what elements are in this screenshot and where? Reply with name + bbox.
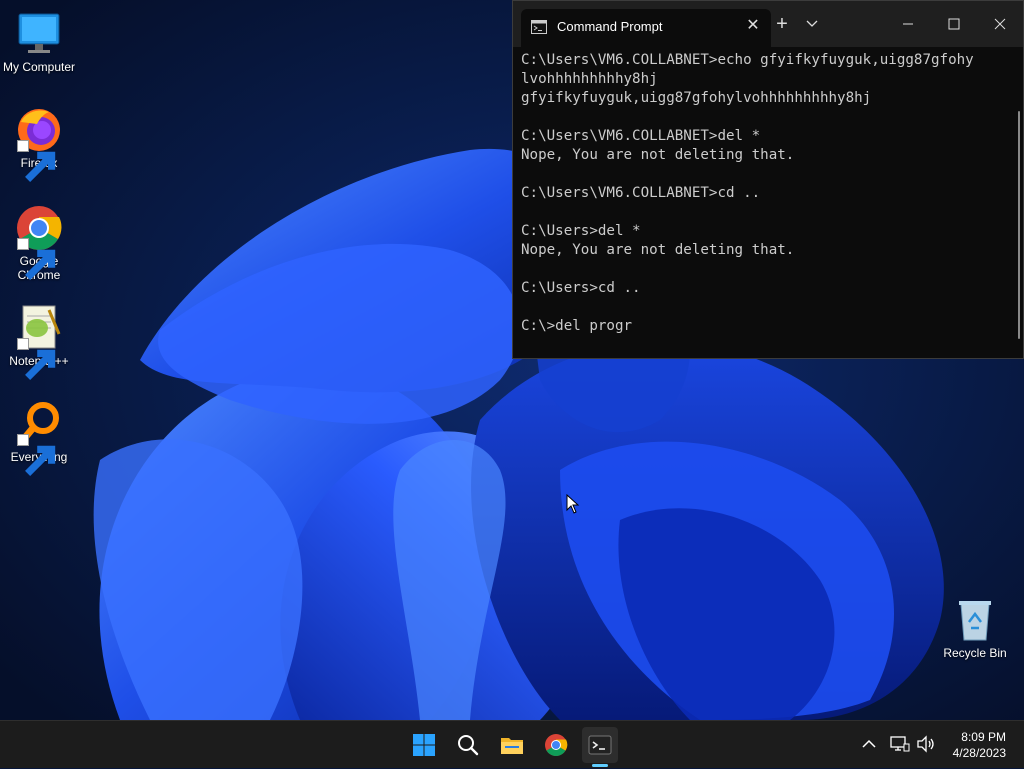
shortcut-arrow-icon: [17, 140, 56, 182]
new-tab-icon[interactable]: +: [767, 11, 797, 37]
chevron-up-icon[interactable]: [862, 739, 876, 749]
taskbar-file-explorer[interactable]: [494, 727, 530, 763]
console-line: gfyifkyfuyguk,uigg87gfohylvohhhhhhhhhy8h…: [521, 90, 872, 106]
network-icon[interactable]: [890, 735, 910, 753]
taskbar-terminal[interactable]: [582, 727, 618, 767]
console-line: Nope, You are not deleting that.: [521, 147, 795, 163]
terminal-icon: [588, 735, 612, 755]
console-line: C:\Users\VM6.COLLABNET>del *: [521, 128, 761, 144]
shortcut-arrow-icon: [17, 338, 56, 380]
taskbar: 8:09 PM 4/28/2023: [0, 720, 1024, 768]
console-line: C:\>del progr: [521, 318, 633, 334]
window-titlebar[interactable]: Command Prompt ✕ +: [513, 1, 1023, 47]
console-line: lvohhhhhhhhhy8hj: [521, 71, 658, 87]
terminal-icon: [531, 20, 547, 34]
start-button[interactable]: [406, 727, 442, 763]
file-explorer-icon: [501, 738, 523, 754]
desktop-icon-my-computer[interactable]: My Computer: [0, 10, 79, 74]
chevron-down-icon[interactable]: [797, 11, 827, 37]
desktop-icon-firefox[interactable]: Firefox: [0, 106, 79, 182]
desktop-icon-google-chrome[interactable]: Google Chrome: [0, 204, 79, 282]
console-line: Nope, You are not deleting that.: [521, 242, 795, 258]
console-output[interactable]: C:\Users\VM6.COLLABNET>echo gfyifkyfuygu…: [521, 51, 1013, 351]
clock-time: 8:09 PM: [961, 730, 1006, 744]
taskbar-clock[interactable]: 8:09 PM 4/28/2023: [953, 729, 1006, 761]
desktop-icon-recycle-bin[interactable]: Recycle Bin: [935, 596, 1015, 660]
everything-search-icon: [15, 400, 63, 476]
tab-close-icon[interactable]: ✕: [743, 16, 763, 36]
shortcut-arrow-icon: [17, 238, 56, 280]
taskbar-chrome[interactable]: [538, 727, 574, 763]
maximize-icon[interactable]: [939, 11, 969, 37]
taskbar-search-button[interactable]: [450, 727, 486, 763]
shortcut-arrow-icon: [17, 434, 56, 476]
tab-command-prompt[interactable]: Command Prompt ✕: [521, 9, 771, 47]
windows-start-icon: [413, 734, 435, 756]
close-icon[interactable]: [985, 11, 1015, 37]
console-line: C:\Users\VM6.COLLABNET>echo gfyifkyfuygu…: [521, 52, 974, 68]
minimize-icon[interactable]: [893, 11, 923, 37]
firefox-icon: [15, 106, 63, 182]
console-line: C:\Users>cd ..: [521, 280, 641, 296]
mouse-cursor-icon: [566, 494, 580, 514]
chrome-icon: [545, 734, 568, 756]
chrome-icon: [15, 204, 63, 280]
system-tray: [856, 721, 946, 769]
search-icon: [458, 735, 479, 756]
console-scrollbar[interactable]: [1018, 111, 1020, 339]
active-app-indicator: [592, 764, 608, 767]
command-prompt-window[interactable]: Command Prompt ✕ + C:\Users\VM6.COLLABNE…: [512, 0, 1024, 359]
desktop-icon-label: Recycle Bin: [943, 646, 1007, 660]
tab-title: Command Prompt: [557, 19, 663, 34]
console-line: C:\Users\VM6.COLLABNET>cd ..: [521, 185, 761, 201]
volume-icon[interactable]: [916, 735, 936, 753]
desktop-icon-notepadpp[interactable]: Notepad++: [0, 304, 79, 380]
notepadpp-icon: [15, 304, 63, 380]
desktop-icon-everything[interactable]: Everything: [0, 400, 79, 476]
recycle-bin-icon: [951, 596, 999, 644]
monitor-icon: [15, 10, 63, 58]
desktop-icon-label: My Computer: [2, 60, 76, 74]
clock-date: 4/28/2023: [952, 746, 1006, 760]
console-line: C:\Users>del *: [521, 223, 641, 239]
